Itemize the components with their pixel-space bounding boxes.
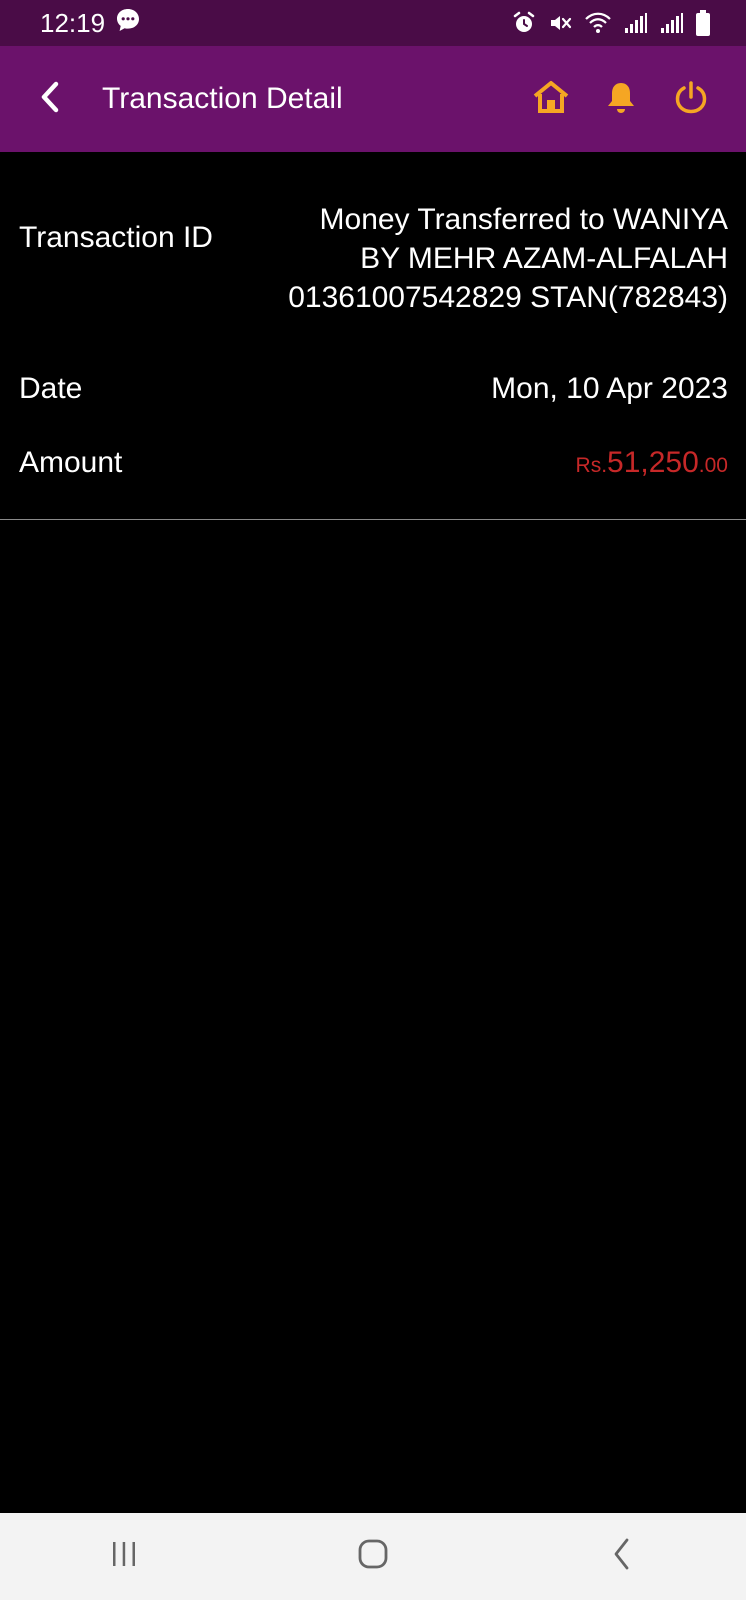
- amount-value: Rs.51,250.00: [576, 443, 728, 485]
- system-nav-bar: [0, 1513, 746, 1600]
- back-button[interactable]: [14, 63, 86, 135]
- amount-currency: Rs.: [575, 454, 608, 477]
- date-row: Date Mon, 10 Apr 2023: [0, 357, 746, 433]
- transaction-id-line: BY MEHR AZAM-ALFALAH: [360, 242, 728, 275]
- app-bar: Transaction Detail: [0, 46, 746, 152]
- chat-bubble-icon: [115, 7, 141, 40]
- alarm-icon: [512, 11, 536, 35]
- amount-decimal: .00: [698, 454, 728, 477]
- transaction-id-line: 01361007542829 STAN(782843): [288, 281, 728, 314]
- page-title: Transaction Detail: [102, 82, 343, 115]
- back-chevron-icon: [36, 79, 64, 120]
- wifi-icon: [584, 11, 612, 35]
- signal-icon: [624, 12, 648, 34]
- amount-main: 51,250: [607, 446, 699, 479]
- home-circle-icon: [357, 1538, 389, 1575]
- amount-row: Amount Rs.51,250.00: [0, 433, 746, 519]
- bell-icon: [606, 80, 636, 119]
- transaction-id-label: Transaction ID: [19, 221, 213, 254]
- date-label: Date: [19, 372, 83, 405]
- date-value: Mon, 10 Apr 2023: [491, 372, 728, 405]
- notifications-button[interactable]: [586, 64, 656, 134]
- home-button[interactable]: [516, 64, 586, 134]
- divider: [0, 519, 746, 520]
- app-actions: [516, 64, 726, 134]
- back-nav-button[interactable]: [562, 1517, 682, 1597]
- status-time: 12:19: [40, 7, 106, 38]
- transaction-detail-list: Transaction ID Money Transferred to WANI…: [0, 152, 746, 519]
- back-icon: [610, 1537, 634, 1576]
- transaction-id-row: Transaction ID Money Transferred to WANI…: [0, 152, 746, 357]
- transaction-id-line: Money Transferred to WANIYA: [319, 203, 728, 236]
- logout-button[interactable]: [656, 64, 726, 134]
- home-nav-button[interactable]: [313, 1517, 433, 1597]
- status-right: [512, 10, 710, 36]
- home-icon: [532, 79, 570, 120]
- recents-icon: [109, 1539, 139, 1574]
- recents-button[interactable]: [64, 1517, 184, 1597]
- transaction-id-value: Money Transferred to WANIYA BY MEHR AZAM…: [218, 200, 728, 317]
- mute-icon: [548, 11, 572, 35]
- signal-icon: [660, 12, 684, 34]
- status-bar: 12:19: [0, 0, 746, 46]
- amount-label: Amount: [19, 446, 123, 479]
- power-icon: [675, 80, 707, 119]
- status-left: 12:19: [40, 7, 141, 40]
- battery-icon: [696, 10, 710, 36]
